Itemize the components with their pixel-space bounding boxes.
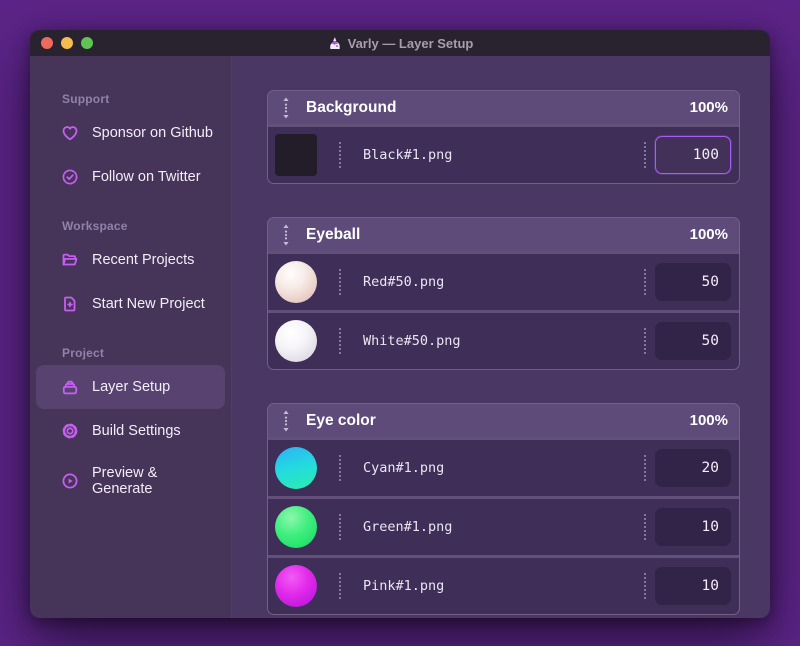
window-body: Support Sponsor on Github Follow on Twit… (30, 56, 770, 618)
layer-thumbnail-green (275, 506, 317, 548)
divider (339, 455, 341, 481)
layer-thumbnail-red (275, 261, 317, 303)
sidebar-item-follow-twitter[interactable]: Follow on Twitter (36, 155, 225, 199)
layer-row[interactable]: White#50.png (268, 313, 739, 369)
sidebar-section-project: Project (62, 346, 105, 360)
group-opacity: 100% (689, 99, 728, 116)
layer-thumbnail-pink (275, 565, 317, 607)
divider (339, 573, 341, 599)
sidebar-section-workspace: Workspace (62, 219, 128, 233)
sidebar-item-layer-setup[interactable]: Layer Setup (36, 365, 225, 409)
heart-icon (60, 123, 80, 143)
folder-open-icon (60, 250, 80, 270)
layer-setup-panel: Background 100% Black#1.png 100 Eyeball … (232, 56, 770, 618)
badge-check-icon (60, 167, 80, 187)
layer-row[interactable]: Red#50.png (268, 254, 739, 310)
layer-opacity-input[interactable] (655, 322, 731, 360)
group-opacity: 100% (689, 412, 728, 429)
window-title-text: Varly — Layer Setup (347, 35, 474, 51)
divider (339, 142, 341, 168)
layer-filename: Black#1.png (363, 147, 453, 163)
group-title: Eye color (306, 411, 376, 429)
sidebar-item-recent-projects[interactable]: Recent Projects (36, 238, 225, 282)
layer-thumbnail-white (275, 320, 317, 362)
divider (644, 269, 646, 295)
layer-thumbnail-black (275, 134, 317, 176)
layer-opacity-input[interactable] (655, 508, 731, 546)
sidebar-item-build-settings[interactable]: Build Settings (36, 409, 225, 453)
drag-handle-icon[interactable] (282, 224, 290, 246)
group-header[interactable]: Eye color 100% (268, 404, 739, 437)
sidebar-item-label: Recent Projects (92, 252, 195, 268)
layer-opacity-input[interactable] (655, 263, 731, 301)
layer-group-eye-color: Eye color 100% Cyan#1.png Green#1.png (267, 403, 740, 615)
window-title: Varly — Layer Setup (30, 36, 770, 51)
drag-handle-icon[interactable] (282, 97, 290, 119)
layer-group-background: Background 100% Black#1.png (267, 90, 740, 184)
layer-opacity-input[interactable] (655, 567, 731, 605)
layer-row[interactable]: Pink#1.png (268, 558, 739, 614)
divider (644, 514, 646, 540)
sidebar-item-sponsor-github[interactable]: Sponsor on Github (36, 111, 225, 155)
sidebar: Support Sponsor on Github Follow on Twit… (30, 56, 232, 618)
sidebar-item-label: Build Settings (92, 423, 181, 439)
play-circle-icon (60, 471, 80, 491)
group-title: Background (306, 98, 397, 116)
file-plus-icon (60, 294, 80, 314)
layer-thumbnail-cyan (275, 447, 317, 489)
layer-opacity-input[interactable] (655, 449, 731, 487)
layer-row[interactable]: Green#1.png (268, 499, 739, 555)
layer-opacity-input[interactable] (655, 136, 731, 174)
group-header[interactable]: Background 100% (268, 91, 739, 124)
sidebar-item-preview-generate[interactable]: Preview & Generate (36, 453, 225, 509)
layer-filename: Green#1.png (363, 519, 453, 535)
layer-filename: Pink#1.png (363, 578, 445, 594)
drag-handle-icon[interactable] (282, 410, 290, 432)
unicorn-app-icon (327, 36, 342, 51)
layers-icon (60, 377, 80, 397)
divider (339, 514, 341, 540)
layer-filename: Cyan#1.png (363, 460, 445, 476)
titlebar: Varly — Layer Setup (30, 30, 770, 56)
app-window: Varly — Layer Setup Support Sponsor on G… (30, 30, 770, 618)
layer-row[interactable]: Black#1.png (268, 127, 739, 183)
divider (644, 455, 646, 481)
divider (644, 573, 646, 599)
group-header[interactable]: Eyeball 100% (268, 218, 739, 251)
sidebar-item-label: Start New Project (92, 296, 205, 312)
layer-row[interactable]: Cyan#1.png (268, 440, 739, 496)
layer-filename: White#50.png (363, 333, 461, 349)
divider (644, 328, 646, 354)
layer-filename: Red#50.png (363, 274, 445, 290)
sidebar-section-support: Support (62, 92, 110, 106)
divider (644, 142, 646, 168)
sidebar-item-label: Follow on Twitter (92, 169, 201, 185)
sidebar-item-label: Layer Setup (92, 379, 171, 395)
gear-icon (60, 421, 80, 441)
sidebar-item-label: Preview & Generate (92, 465, 158, 497)
sidebar-item-label: Sponsor on Github (92, 125, 213, 141)
group-opacity: 100% (689, 226, 728, 243)
group-title: Eyeball (306, 225, 361, 243)
sidebar-item-start-new-project[interactable]: Start New Project (36, 282, 225, 326)
divider (339, 328, 341, 354)
layer-group-eyeball: Eyeball 100% Red#50.png White#50.png (267, 217, 740, 370)
divider (339, 269, 341, 295)
